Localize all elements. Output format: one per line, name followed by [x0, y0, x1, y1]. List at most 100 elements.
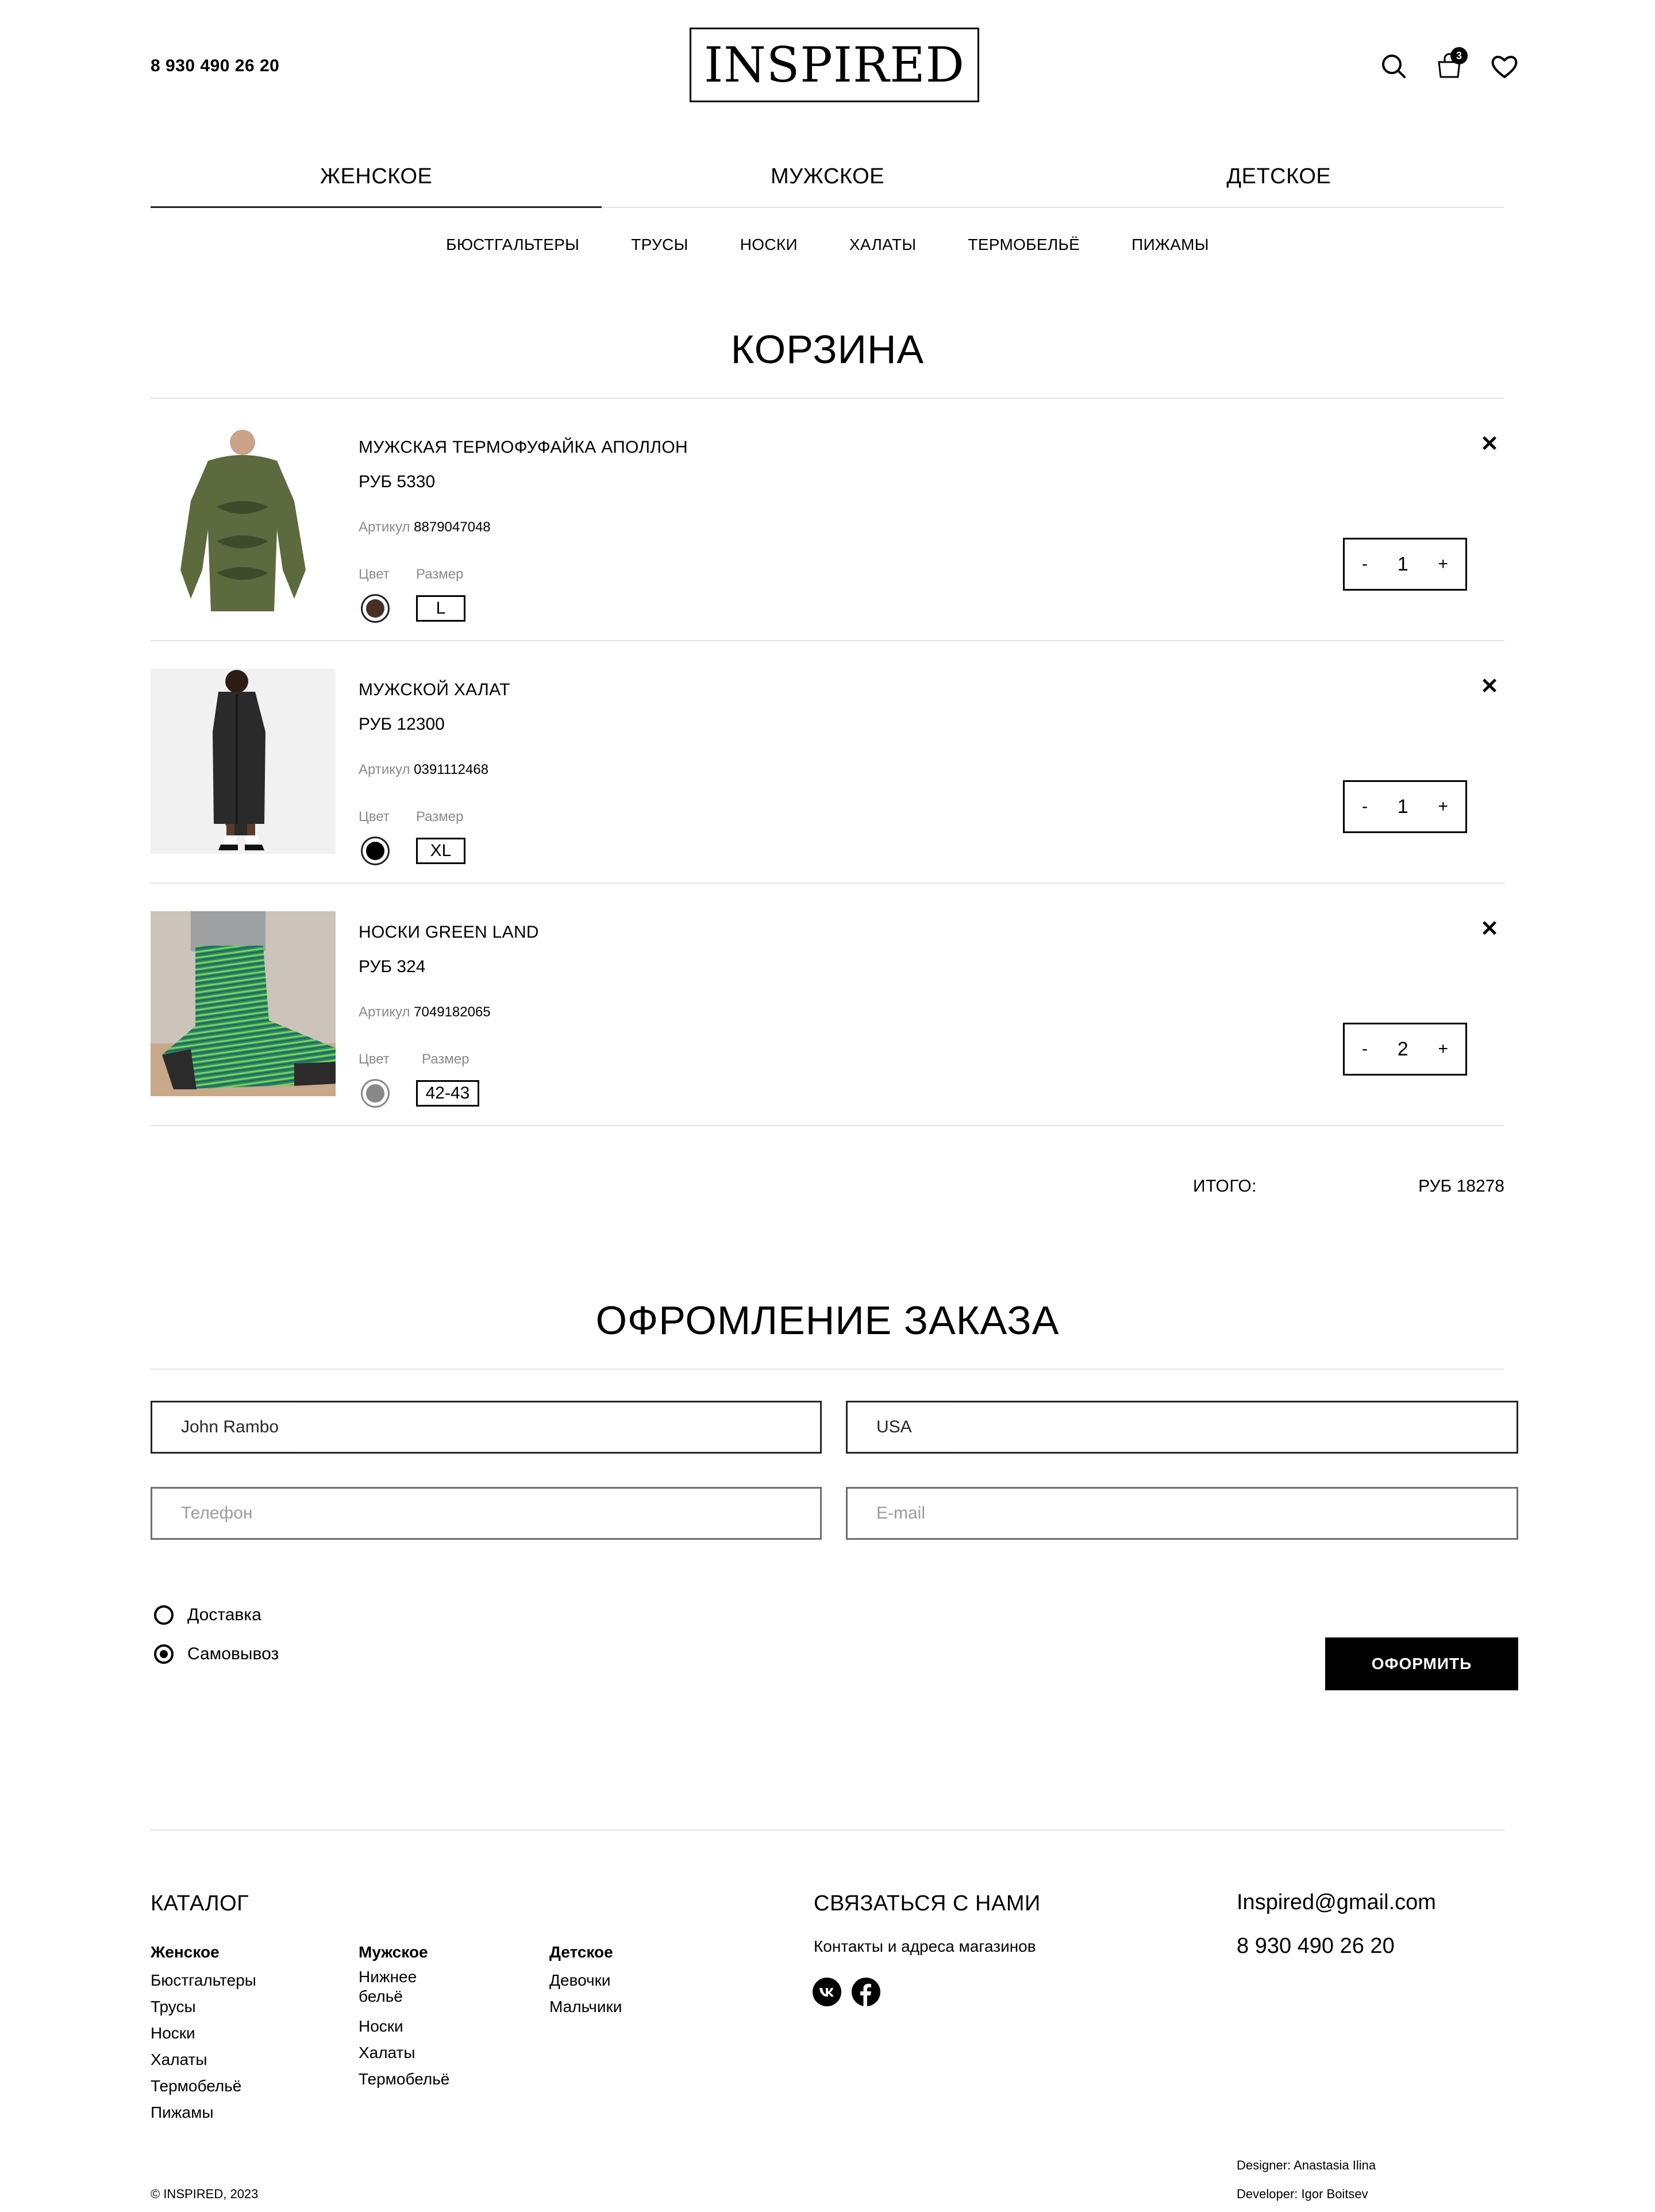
footer-phone[interactable]: 8 930 490 26 20 — [1237, 1934, 1395, 1959]
subnav-item[interactable]: ТРУСЫ — [631, 236, 688, 254]
footer-link[interactable]: Пижамы — [151, 2099, 334, 2126]
remove-item-button[interactable]: ✕ — [1480, 676, 1499, 697]
main-nav: ЖЕНСКОЕ МУЖСКОЕ ДЕТСКОЕ — [151, 155, 1504, 208]
color-swatch — [361, 837, 390, 865]
total-label: ИТОГО: — [1193, 1177, 1257, 1196]
cart-title: КОРЗИНА — [730, 327, 925, 372]
submit-order-button[interactable]: ОФОРМИТЬ — [1325, 1637, 1518, 1690]
color-label: Цвет — [359, 1051, 390, 1067]
footer-link[interactable]: Нижнее бельё — [359, 1967, 445, 2006]
increase-qty-button[interactable]: + — [1438, 1039, 1448, 1059]
footer-link[interactable]: Термобельё — [151, 2073, 334, 2099]
increase-qty-button[interactable]: + — [1438, 554, 1448, 574]
remove-item-button[interactable]: ✕ — [1480, 433, 1499, 455]
remove-item-button[interactable]: ✕ — [1480, 918, 1499, 940]
footer-column-men: Мужское Нижнее бельё Носки Халаты Термоб… — [359, 1943, 449, 2092]
name-field[interactable]: John Rambo — [151, 1401, 822, 1454]
delivery-label: Доставка — [187, 1605, 261, 1624]
cart-item: МУЖСКАЯ ТЕРМОФУФАЙКА АПОЛЛОН РУБ 5330 Ар… — [151, 399, 1504, 640]
quantity-value: 2 — [1397, 1038, 1408, 1060]
header-phone[interactable]: 8 930 490 26 20 — [151, 56, 279, 76]
cart-icon[interactable]: 3 — [1434, 47, 1468, 82]
subnav-item[interactable]: ТЕРМОБЕЛЬЁ — [968, 236, 1080, 254]
subnav-item[interactable]: НОСКИ — [740, 236, 798, 254]
designer-credit: Designer: Anastasia Ilina — [1237, 2158, 1376, 2172]
footer-link[interactable]: Халаты — [151, 2047, 334, 2073]
color-swatch — [361, 594, 390, 623]
quantity-value: 1 — [1397, 795, 1408, 818]
sub-nav: БЮСТГАЛЬТЕРЫ ТРУСЫ НОСКИ ХАЛАТЫ ТЕРМОБЕЛ… — [151, 236, 1504, 254]
article-label: Артикул — [359, 762, 410, 777]
size-value: XL — [416, 838, 465, 864]
quantity-stepper: - 1 + — [1343, 538, 1467, 591]
size-label: Размер — [422, 1051, 469, 1067]
item-name[interactable]: МУЖСКОЙ ХАЛАТ — [359, 680, 510, 700]
color-swatch — [361, 1079, 390, 1108]
footer-column-women: Женское Бюстгальтеры Трусы Носки Халаты … — [151, 1943, 334, 2126]
tab-men[interactable]: МУЖСКОЕ — [602, 155, 1053, 207]
size-value: 42-43 — [416, 1080, 479, 1107]
facebook-icon[interactable] — [852, 1978, 880, 2006]
quantity-stepper: - 2 + — [1343, 1023, 1467, 1076]
size-label: Размер — [416, 809, 464, 824]
search-icon[interactable] — [1379, 52, 1409, 82]
address-field[interactable]: USA — [846, 1401, 1518, 1454]
product-image-socks[interactable] — [151, 911, 336, 1096]
product-image-robe[interactable] — [151, 669, 336, 854]
subnav-item[interactable]: ПИЖАМЫ — [1131, 236, 1209, 254]
item-article: Артикул 8879047048 — [359, 519, 491, 535]
footer-contact-title: СВЯЗАТЬСЯ С НАМИ — [814, 1891, 1041, 1916]
size-label: Размер — [416, 567, 464, 582]
article-label: Артикул — [359, 519, 410, 535]
footer-column-title[interactable]: Детское — [549, 1943, 699, 1961]
divider — [151, 1369, 1504, 1370]
decrease-qty-button[interactable]: - — [1362, 1039, 1368, 1059]
radio-circle-checked[interactable] — [154, 1644, 174, 1664]
footer-link[interactable]: Термобельё — [359, 2066, 449, 2092]
color-label: Цвет — [359, 567, 390, 582]
delivery-radio[interactable]: Доставка — [154, 1605, 261, 1625]
divider — [151, 1829, 1504, 1831]
footer-link[interactable]: Носки — [359, 2013, 445, 2040]
size-value: L — [416, 595, 465, 622]
item-article: Артикул 0391112468 — [359, 762, 488, 778]
copyright: © INSPIRED, 2023 — [151, 2187, 259, 2201]
quantity-stepper: - 1 + — [1343, 780, 1467, 833]
footer-column-title[interactable]: Мужское — [359, 1943, 445, 1961]
phone-field[interactable]: Телефон — [151, 1487, 822, 1540]
pickup-label: Самовывоз — [187, 1644, 279, 1663]
decrease-qty-button[interactable]: - — [1362, 554, 1368, 574]
footer-link[interactable]: Девочки — [549, 1967, 699, 1994]
subnav-item[interactable]: БЮСТГАЛЬТЕРЫ — [446, 236, 579, 254]
item-price: РУБ 5330 — [359, 472, 436, 491]
vk-icon[interactable] — [813, 1978, 841, 2006]
product-image-thermal-shirt[interactable] — [151, 426, 336, 611]
cart-count-badge: 3 — [1450, 47, 1468, 64]
footer-link[interactable]: Мальчики — [549, 1994, 699, 2020]
radio-circle[interactable] — [154, 1605, 174, 1625]
site-logo[interactable]: INSPIRED — [690, 28, 979, 102]
color-label: Цвет — [359, 809, 390, 824]
developer-credit: Developer: Igor Boitsev — [1237, 2187, 1368, 2201]
footer-link[interactable]: Трусы — [151, 1994, 334, 2020]
increase-qty-button[interactable]: + — [1438, 797, 1448, 816]
footer-link[interactable]: Бюстгальтеры — [151, 1967, 334, 1994]
item-name[interactable]: МУЖСКАЯ ТЕРМОФУФАЙКА АПОЛЛОН — [359, 438, 688, 457]
footer-email[interactable]: Inspired@gmail.com — [1237, 1890, 1436, 1915]
article-label: Артикул — [359, 1004, 410, 1020]
email-field[interactable]: E-mail — [846, 1487, 1518, 1540]
item-name[interactable]: НОСКИ GREEN LAND — [359, 923, 539, 942]
subnav-item[interactable]: ХАЛАТЫ — [849, 236, 917, 254]
footer-link[interactable]: Носки — [151, 2020, 334, 2047]
divider — [151, 1125, 1504, 1126]
footer-column-title[interactable]: Женское — [151, 1943, 334, 1961]
item-article: Артикул 7049182065 — [359, 1004, 491, 1020]
heart-icon[interactable] — [1490, 52, 1519, 82]
article-value: 8879047048 — [414, 519, 491, 535]
tab-women[interactable]: ЖЕНСКОЕ — [151, 155, 602, 208]
footer-link[interactable]: Халаты — [359, 2040, 445, 2066]
pickup-radio[interactable]: Самовывоз — [154, 1644, 279, 1664]
tab-kids[interactable]: ДЕТСКОЕ — [1053, 155, 1504, 207]
footer-contacts-link[interactable]: Контакты и адреса магазинов — [814, 1937, 1036, 1956]
decrease-qty-button[interactable]: - — [1362, 797, 1368, 816]
